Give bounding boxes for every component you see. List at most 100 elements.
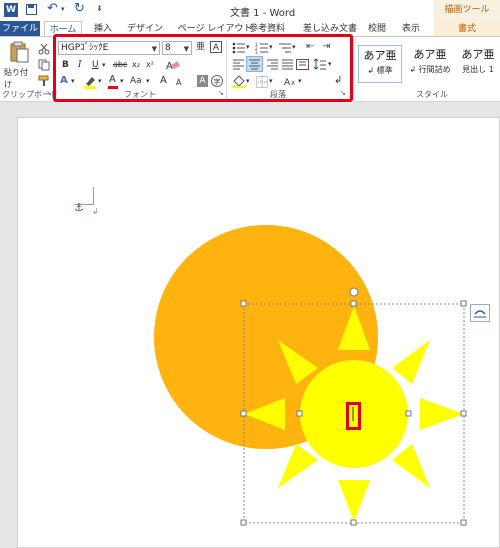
superscript-button[interactable]: x² (146, 59, 154, 71)
tab-mailings[interactable]: 差し込み文書 (298, 21, 362, 37)
group-separator (353, 39, 354, 101)
group-separator (54, 39, 55, 101)
font-size-select[interactable]: 8 ▼ (162, 41, 192, 55)
paste-icon (10, 41, 29, 63)
font-name-select[interactable]: HGPｺﾞｼｯｸE ▼ (58, 41, 160, 55)
quick-access-customize-icon[interactable]: ⇟ (96, 4, 103, 13)
multilevel-dropdown-icon[interactable]: ▾ (292, 41, 296, 53)
copy-icon[interactable] (38, 59, 50, 71)
cut-icon[interactable] (38, 43, 50, 55)
shrink-font-button[interactable]: A (176, 77, 181, 89)
document-title: 文書 1 - Word (230, 8, 296, 19)
tab-design[interactable]: デザイン (124, 21, 166, 37)
font-color-button[interactable]: A (107, 74, 119, 89)
style-name: ↲ 行間詰め (409, 65, 451, 74)
save-icon[interactable] (26, 4, 37, 15)
bullets-dropdown-icon[interactable]: ▾ (246, 41, 250, 53)
clear-formatting-icon[interactable]: A (166, 59, 180, 71)
svg-text:A: A (284, 78, 291, 88)
format-painter-icon[interactable] (38, 75, 50, 87)
font-name-value: HGPｺﾞｼｯｸE (61, 43, 109, 53)
redo-icon[interactable]: ↻ (74, 1, 85, 16)
svg-text:A: A (166, 61, 173, 71)
font-color-letter: A (109, 74, 116, 85)
change-case-button[interactable]: Aa (130, 75, 142, 87)
highlight-color-button[interactable] (83, 75, 97, 89)
svg-text:3: 3 (255, 50, 258, 54)
style-name: ↲ 標準 (367, 66, 393, 75)
tab-home[interactable]: ホーム (44, 21, 82, 37)
style-name: 見出し 1 (462, 65, 494, 74)
underline-button[interactable]: U (92, 59, 99, 71)
clipboard-dialog-launcher-icon[interactable]: ↘ (46, 89, 52, 97)
undo-dropdown-icon[interactable]: ▾ (61, 5, 65, 13)
ribbon: 貼り付け クリップボード ↘ HGPｺﾞｼｯｸE ▼ 8 ▼ 亜 A B I U… (0, 36, 500, 102)
tab-review[interactable]: 校閲 (364, 21, 390, 37)
italic-button[interactable]: I (78, 59, 82, 71)
bullets-icon[interactable] (232, 42, 246, 54)
borders-dropdown-icon[interactable]: ▾ (269, 75, 273, 87)
text-effects-icon[interactable]: A (60, 75, 68, 87)
highlight-dropdown-icon[interactable]: ▾ (98, 75, 102, 87)
paste-button[interactable]: 貼り付け (4, 41, 34, 89)
show-hide-marks-icon[interactable]: ↲ (334, 75, 342, 87)
word-app-icon: W (4, 3, 18, 17)
font-color-dropdown-icon[interactable]: ▾ (120, 75, 124, 87)
char-shading-button[interactable]: A (197, 75, 208, 87)
tab-view[interactable]: 表示 (398, 21, 424, 37)
numbering-icon[interactable]: 1 2 3 (255, 42, 269, 54)
numbering-dropdown-icon[interactable]: ▾ (269, 41, 273, 53)
bold-button[interactable]: B (62, 59, 69, 71)
styles-group-label: スタイル (416, 90, 448, 99)
line-spacing-dropdown-icon[interactable]: ▾ (328, 58, 332, 70)
anchor-icon: ⚓ (74, 201, 84, 214)
phonetic-guide-icon[interactable]: 亜 (196, 41, 205, 53)
tab-file[interactable]: ファイル (0, 21, 40, 37)
layout-options-icon (474, 310, 486, 318)
shading-icon[interactable] (232, 75, 246, 88)
paragraph-dialog-launcher-icon[interactable]: ↘ (340, 89, 346, 97)
underline-dropdown-icon[interactable]: ▾ (102, 59, 106, 71)
paragraph-group-label: 段落 (270, 90, 286, 99)
font-size-value: 8 (165, 43, 171, 53)
asian-layout-icon[interactable]: Ax (284, 76, 298, 88)
document-area (0, 103, 500, 548)
highlighter-icon (84, 77, 96, 89)
style-no-spacing[interactable]: あア亜 ↲ 行間詰め (406, 45, 454, 83)
align-center-button[interactable] (246, 56, 263, 72)
group-separator (226, 39, 227, 101)
style-heading-1[interactable]: あア亜 見出し 1 (456, 45, 500, 83)
chevron-down-icon: ▼ (151, 45, 157, 53)
line-spacing-icon[interactable] (313, 58, 327, 70)
char-border-icon[interactable]: A (210, 41, 222, 53)
paste-label: 貼り付け (4, 68, 28, 89)
change-case-dropdown-icon[interactable]: ▾ (146, 75, 150, 87)
style-preview: あア亜 (363, 49, 397, 62)
tab-format[interactable]: 書式 (434, 21, 500, 37)
text-cursor-highlight-frame (346, 402, 361, 430)
enclose-chars-button[interactable]: 字 (211, 75, 223, 87)
paragraph-mark: ↲ (92, 207, 99, 216)
shading-dropdown-icon[interactable]: ▾ (246, 75, 250, 87)
style-normal[interactable]: あア亜 ↲ 標準 (358, 45, 402, 83)
strikethrough-button[interactable]: abc (113, 59, 127, 71)
font-dialog-launcher-icon[interactable]: ↘ (218, 89, 224, 97)
tab-references[interactable]: 参考資料 (244, 21, 290, 37)
text-effects-dropdown-icon[interactable]: ▾ (71, 75, 75, 87)
align-right-icon[interactable] (266, 59, 279, 70)
asian-layout-dropdown-icon[interactable]: ▾ (298, 75, 302, 87)
grow-font-button[interactable]: A (160, 75, 167, 87)
distributed-icon[interactable] (296, 59, 309, 70)
tab-insert[interactable]: 挿入 (88, 21, 118, 37)
borders-icon[interactable] (256, 76, 268, 88)
document-page[interactable] (17, 117, 500, 548)
increase-indent-icon[interactable]: ⇥ (322, 41, 330, 53)
decrease-indent-icon[interactable]: ⇤ (306, 41, 314, 53)
align-left-icon[interactable] (232, 59, 245, 70)
layout-options-button[interactable] (470, 304, 490, 322)
undo-icon[interactable]: ↶ (47, 1, 58, 16)
subscript-button[interactable]: x₂ (132, 59, 140, 71)
multilevel-list-icon[interactable] (278, 42, 292, 54)
justify-icon[interactable] (281, 59, 294, 70)
font-group-label: フォント (124, 90, 156, 99)
